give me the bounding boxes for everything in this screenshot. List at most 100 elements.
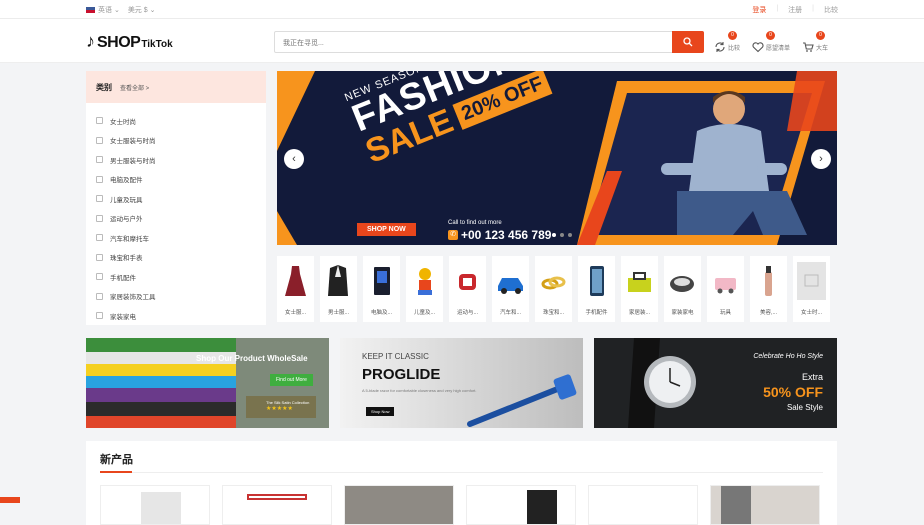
section-title: 新产品 [100, 454, 133, 466]
product-thumbnail[interactable] [100, 485, 210, 525]
hero-banner[interactable]: NEW SEASON FASHION SALE 20% OFF SHOP NOW… [277, 71, 837, 245]
category-item[interactable]: 家居装饰及工具 [86, 287, 266, 307]
category-card[interactable]: 手机配件 [578, 256, 615, 322]
category-card[interactable]: 美容,... [750, 256, 787, 322]
dress-image [285, 266, 306, 296]
refresh-icon [715, 42, 725, 52]
cart-button[interactable]: 0 大车 [802, 31, 828, 53]
category-strip: 女士服... 男士服... 电脑及... 儿童及... 运动与... 汽车和..… [277, 256, 837, 322]
promo1-cta[interactable]: Find out More [270, 374, 313, 386]
promo2-cta[interactable]: Shop Now [366, 407, 395, 416]
tools-icon [96, 292, 103, 300]
search-input[interactable] [275, 33, 671, 54]
register-link[interactable]: 注册 [788, 5, 802, 15]
site-logo[interactable]: ♪ SHOP TikTok [86, 31, 173, 52]
shirt-icon [96, 156, 103, 164]
watch-image [594, 338, 837, 428]
category-card[interactable]: 家装家电 [664, 256, 701, 322]
phone-image [590, 266, 604, 296]
category-item[interactable]: 手机配件 [86, 267, 266, 287]
toy-car-image [715, 278, 736, 294]
hanger-icon [96, 136, 103, 144]
product-thumbnail[interactable] [710, 485, 820, 525]
promo3-style: Sale Style [786, 403, 823, 412]
car-image [498, 278, 523, 294]
promo3-off: 50% OFF [763, 384, 823, 400]
carousel-dot[interactable] [568, 233, 572, 237]
category-item[interactable]: 儿童及玩具 [86, 189, 266, 209]
header: ♪ SHOP TikTok 0 比较 0 愿望清单 0 大车 [0, 19, 924, 63]
currency-selector[interactable]: 美元 $ ⌄ [128, 5, 156, 15]
razor-image [467, 374, 577, 427]
category-card[interactable]: 电脑及... [363, 256, 400, 322]
pc-case-image [374, 267, 390, 295]
search-icon [683, 37, 693, 47]
category-item[interactable]: 女士服装与时尚 [86, 131, 266, 151]
chevron-right-icon: › [819, 153, 823, 165]
call-text: Call to find out more [448, 220, 502, 226]
category-item[interactable]: 汽车和摩托车 [86, 228, 266, 248]
category-card[interactable]: 珠宝和... [535, 256, 572, 322]
category-item[interactable]: 珠宝和手表 [86, 248, 266, 268]
category-item[interactable]: 女士时尚 [86, 111, 266, 131]
language-selector[interactable]: 英语 ⌄ [86, 5, 120, 15]
view-all-categories-link[interactable]: 查看全部 > [120, 83, 149, 92]
login-link[interactable]: 登录 [752, 5, 766, 15]
promo2-kicker: KEEP IT CLASSIC [362, 352, 429, 361]
category-card[interactable]: 汽车和... [492, 256, 529, 322]
tiktok-note-icon: ♪ [86, 31, 95, 51]
us-flag-icon [86, 7, 95, 14]
pet-bed-image [670, 276, 694, 292]
promo-banner-watch[interactable]: Celebrate Ho Ho Style Extra 50% OFF Sale… [594, 338, 837, 428]
new-products-section: 新产品 [86, 441, 837, 525]
banner-prev-button[interactable]: ‹ [284, 149, 304, 169]
promo-banner-proglide[interactable]: KEEP IT CLASSIC PROGLIDE A 5-blade razor… [340, 338, 583, 428]
category-item[interactable]: 男士服装与时尚 [86, 150, 266, 170]
toy-image [418, 268, 432, 295]
category-card[interactable]: 女士服... [277, 256, 314, 322]
category-item[interactable]: 家装家电 [86, 306, 266, 326]
toolbox-image [628, 272, 651, 292]
category-card[interactable]: 运动与... [449, 256, 486, 322]
wishlist-button[interactable]: 0 愿望清单 [752, 31, 790, 53]
suit-image [328, 265, 348, 296]
cart-count-badge: 0 [816, 31, 826, 40]
category-card[interactable]: 女士时... [793, 256, 830, 322]
compare-count-badge: 0 [728, 31, 737, 40]
category-item[interactable]: 电脑及配件 [86, 170, 266, 190]
carousel-dot[interactable] [552, 233, 556, 237]
category-item[interactable]: 运动与户外 [86, 209, 266, 229]
ring-icon [96, 253, 103, 261]
compare-button[interactable]: 0 比较 [714, 31, 740, 53]
category-card[interactable]: 玩具 [707, 256, 744, 322]
phone-icon: ✆ [448, 230, 458, 240]
shop-now-button[interactable]: SHOP NOW [357, 223, 416, 236]
product-thumbnail[interactable] [466, 485, 576, 525]
dress-icon [96, 117, 103, 125]
carousel-dot[interactable] [560, 233, 564, 237]
rings-image [541, 276, 566, 290]
search-bar [274, 31, 704, 54]
chevron-left-icon: ‹ [292, 153, 296, 165]
category-header: 类别 查看全部 > [86, 71, 266, 103]
product-thumbnail[interactable] [222, 485, 332, 525]
category-card[interactable]: 家居装... [621, 256, 658, 322]
side-tab[interactable] [0, 497, 20, 503]
product-thumbnail[interactable] [588, 485, 698, 525]
category-card[interactable]: 儿童及... [406, 256, 443, 322]
phone-icon [96, 273, 103, 281]
car-icon [96, 234, 103, 242]
promo2-title: PROGLIDE [362, 366, 441, 383]
phone-number: +00 123 456 789 [461, 228, 552, 242]
appliance-icon [96, 312, 103, 320]
banner-next-button[interactable]: › [811, 149, 831, 169]
search-button[interactable] [672, 31, 704, 53]
compare-link[interactable]: 比较 [824, 5, 838, 15]
wishlist-count-badge: 0 [766, 31, 776, 40]
product-thumbnail[interactable] [344, 485, 454, 525]
promo-banner-wholesale[interactable]: Shop Our Product WholeSale Find out More… [86, 338, 329, 428]
gloves-image [459, 274, 476, 290]
cart-icon [803, 42, 814, 52]
category-card[interactable]: 男士服... [320, 256, 357, 322]
carousel-dots [552, 233, 572, 237]
